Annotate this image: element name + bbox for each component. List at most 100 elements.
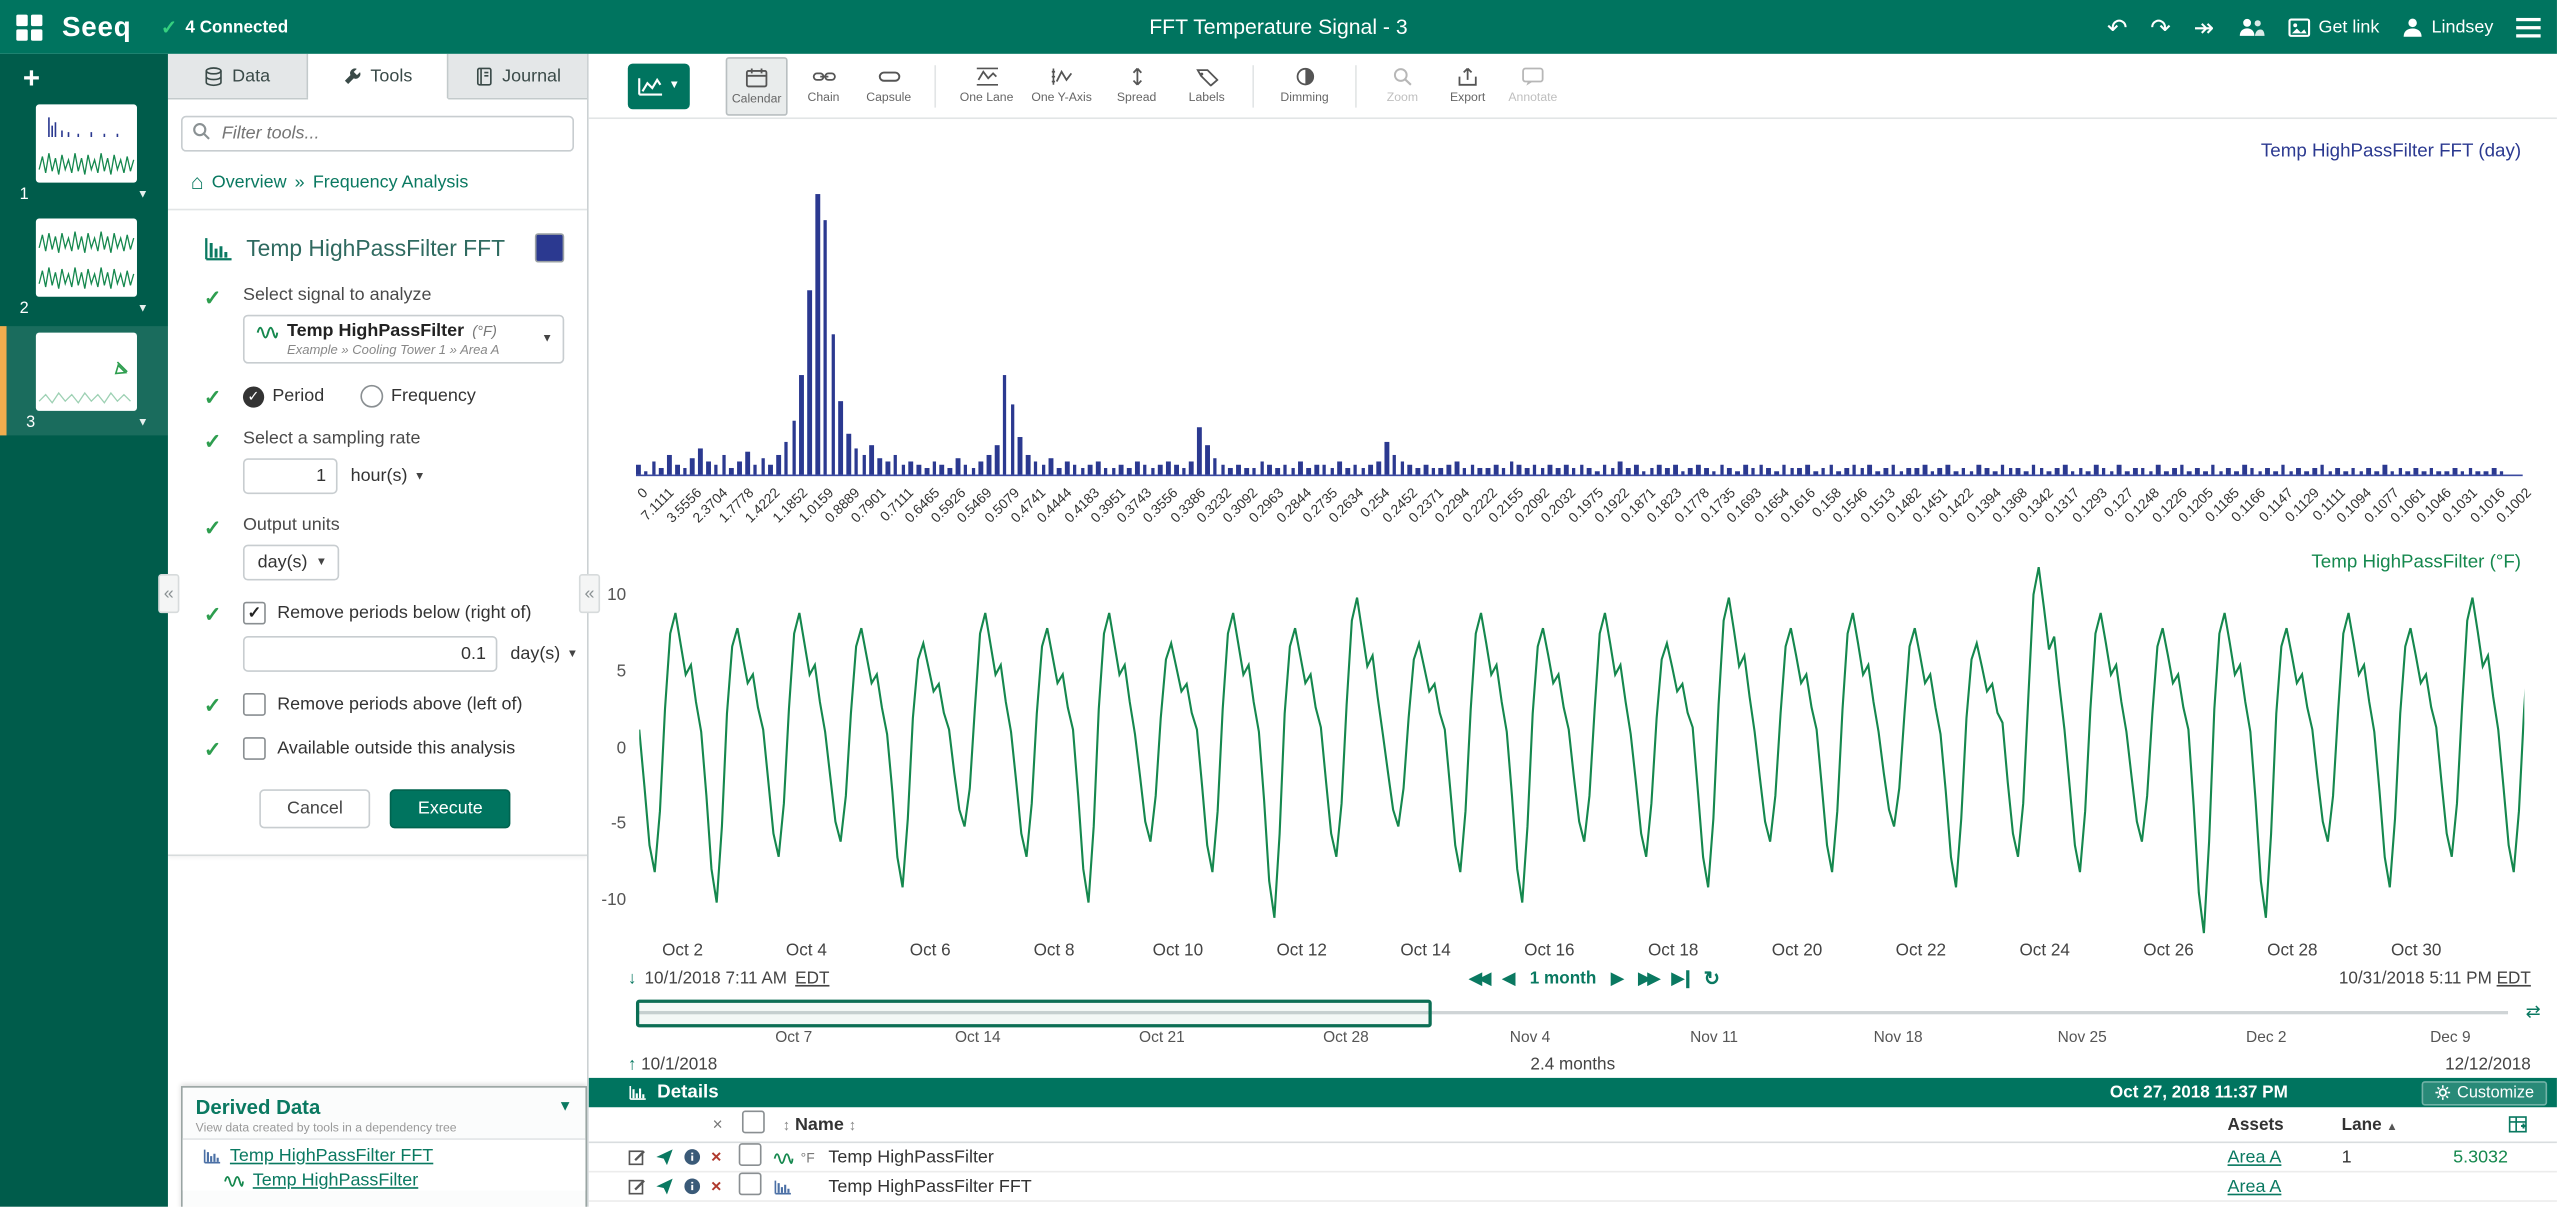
chevron-down-icon[interactable]: ▼ bbox=[137, 303, 148, 314]
fft-bar bbox=[1860, 468, 1864, 475]
view-mode-button[interactable]: ▼ bbox=[628, 63, 690, 109]
chart-area[interactable]: Temp HighPassFilter FFT (day) 07.11113.5… bbox=[589, 119, 2557, 964]
tab-tools[interactable]: Tools bbox=[308, 54, 448, 100]
worksheet-3-thumbnail[interactable] bbox=[36, 333, 137, 411]
step-forward-icon[interactable]: ▶ bbox=[1611, 969, 1624, 987]
fft-bar bbox=[722, 454, 726, 474]
toolbar-export-button[interactable]: Export bbox=[1438, 58, 1497, 113]
range-end-timezone[interactable]: EDT bbox=[2497, 969, 2531, 989]
worksheet-1-thumbnail[interactable] bbox=[36, 104, 137, 182]
sampling-rate-input[interactable] bbox=[243, 458, 338, 494]
add-worksheet-button[interactable]: + bbox=[23, 64, 168, 93]
radio-frequency[interactable]: Frequency bbox=[360, 385, 476, 408]
share-icon[interactable]: ↠ bbox=[2194, 12, 2215, 41]
step-back-fast-icon[interactable]: ◀◀ bbox=[1469, 969, 1488, 987]
signal-select[interactable]: Temp HighPassFilter (°F) Example » Cooli… bbox=[243, 315, 564, 364]
chevron-down-icon[interactable]: ▼ bbox=[137, 417, 148, 428]
info-icon[interactable] bbox=[683, 1148, 711, 1166]
range-start[interactable]: 10/1/2018 7:11 AM bbox=[645, 969, 787, 989]
breadcrumb-frequency-analysis[interactable]: Frequency Analysis bbox=[313, 172, 469, 192]
trend-send-icon[interactable] bbox=[656, 1148, 684, 1166]
execute-button[interactable]: Execute bbox=[390, 789, 510, 828]
cancel-button[interactable]: Cancel bbox=[259, 789, 370, 828]
refresh-icon[interactable]: ↻ bbox=[1704, 967, 1720, 990]
chevron-down-icon[interactable]: ▼ bbox=[137, 189, 148, 200]
table-row[interactable]: × Temp HighPassFilter FFT Area A bbox=[589, 1172, 2557, 1201]
expand-range-icon[interactable]: ⇄ bbox=[2526, 1001, 2541, 1022]
worksheet-2-thumbnail[interactable] bbox=[36, 219, 137, 297]
edit-properties-icon[interactable] bbox=[628, 1177, 656, 1195]
series-color-swatch[interactable] bbox=[535, 233, 564, 262]
users-icon[interactable] bbox=[2237, 16, 2265, 37]
connection-status[interactable]: ✓ 4 Connected bbox=[161, 15, 288, 38]
remove-below-checkbox[interactable]: ✓ bbox=[243, 602, 266, 625]
toolbar-labels-button[interactable]: Labels bbox=[1177, 58, 1236, 113]
asset-link[interactable]: Area A bbox=[2228, 1147, 2282, 1167]
table-row[interactable]: × °F Temp HighPassFilter Area A 1 5.3032 bbox=[589, 1143, 2557, 1172]
trend-send-icon[interactable] bbox=[656, 1177, 684, 1195]
get-link-button[interactable]: Get link bbox=[2288, 17, 2380, 37]
sort-icon[interactable]: ↕ bbox=[849, 1116, 856, 1132]
row-checkbox[interactable] bbox=[739, 1172, 762, 1195]
remove-below-unit-select[interactable]: day(s) ▼ bbox=[510, 644, 578, 664]
hamburger-menu-icon[interactable] bbox=[2516, 17, 2540, 37]
asset-link[interactable]: Area A bbox=[2228, 1177, 2282, 1197]
fft-bar bbox=[1938, 468, 1942, 475]
remove-above-group: ✓ Remove periods above (left of) bbox=[243, 693, 564, 716]
select-all-checkbox[interactable] bbox=[742, 1111, 765, 1134]
scrubber-selected-range[interactable] bbox=[636, 1000, 1432, 1028]
user-menu[interactable]: Lindsey bbox=[2402, 16, 2493, 37]
app-grid-icon[interactable] bbox=[16, 14, 42, 40]
column-assets[interactable]: Assets bbox=[2228, 1115, 2342, 1135]
available-outside-checkbox[interactable] bbox=[243, 737, 266, 760]
toolbar-one-lane-button[interactable]: One Lane bbox=[952, 58, 1020, 113]
filter-tools-input[interactable] bbox=[181, 116, 574, 152]
worksheet-3-selected[interactable]: 3 ▼ bbox=[0, 326, 168, 435]
toolbar-dimming-button[interactable]: Dimming bbox=[1270, 58, 1338, 113]
row-checkbox[interactable] bbox=[739, 1143, 762, 1166]
fft-bar bbox=[1057, 468, 1061, 475]
step-to-end-icon[interactable]: ▶ bbox=[1672, 969, 1689, 987]
fft-bar bbox=[698, 448, 702, 475]
remove-icon[interactable]: × bbox=[711, 1177, 739, 1197]
columns-config-icon[interactable] bbox=[2508, 1115, 2541, 1133]
check-icon: ✓ bbox=[161, 15, 177, 38]
redo-icon[interactable]: ↷ bbox=[2150, 12, 2171, 41]
worksheet-1[interactable]: 1 ▼ bbox=[0, 98, 168, 207]
chevron-collapse-icon[interactable]: ▼ bbox=[558, 1097, 573, 1113]
remove-icon[interactable]: × bbox=[711, 1147, 739, 1167]
toolbar-calendar-button[interactable]: Calendar bbox=[726, 56, 788, 115]
collapse-rail-button[interactable]: « bbox=[158, 574, 179, 613]
sort-icon[interactable]: ↕ bbox=[783, 1116, 790, 1132]
customize-button[interactable]: Customize bbox=[2421, 1080, 2547, 1104]
step-forward-fast-icon[interactable]: ▶▶ bbox=[1638, 969, 1657, 987]
breadcrumb-overview[interactable]: Overview bbox=[212, 172, 287, 192]
sampling-unit-select[interactable]: hour(s) ▼ bbox=[351, 466, 426, 486]
remove-above-checkbox[interactable] bbox=[243, 693, 266, 716]
remove-below-input[interactable] bbox=[243, 636, 497, 672]
toolbar-capsule-button[interactable]: Capsule bbox=[859, 58, 918, 113]
timeline-scrubber[interactable]: ⇄ bbox=[628, 996, 2531, 1029]
toolbar-chain-button[interactable]: Chain bbox=[794, 58, 853, 113]
range-start-timezone[interactable]: EDT bbox=[795, 969, 829, 989]
undo-icon[interactable]: ↶ bbox=[2107, 12, 2128, 41]
column-lane[interactable]: Lane ▲ bbox=[2342, 1115, 2410, 1135]
edit-properties-icon[interactable] bbox=[628, 1148, 656, 1166]
radio-period[interactable]: ✓ Period bbox=[243, 386, 324, 407]
tab-data[interactable]: Data bbox=[168, 54, 308, 98]
fft-bar bbox=[1431, 468, 1435, 475]
worksheet-2[interactable]: 2 ▼ bbox=[0, 212, 168, 321]
range-start-arrow-icon[interactable]: ↓ bbox=[628, 969, 637, 989]
collapse-panel-button[interactable]: « bbox=[579, 574, 600, 613]
toolbar-one-y-axis-button[interactable]: One Y-Axis bbox=[1027, 58, 1095, 113]
range-duration[interactable]: 1 month bbox=[1530, 969, 1597, 989]
info-icon[interactable] bbox=[683, 1177, 711, 1195]
tab-journal[interactable]: Journal bbox=[448, 54, 587, 98]
step-back-icon[interactable]: ◀ bbox=[1503, 969, 1516, 987]
home-icon[interactable]: ⌂ bbox=[191, 170, 204, 194]
output-unit-select[interactable]: day(s) ▼ bbox=[243, 545, 338, 581]
remove-all-icon[interactable]: × bbox=[713, 1115, 742, 1135]
toolbar-spread-button[interactable]: Spread bbox=[1102, 58, 1170, 113]
scrub-duration[interactable]: 2.4 months bbox=[589, 1054, 2557, 1074]
range-end[interactable]: 10/31/2018 5:11 PM bbox=[2339, 969, 2492, 989]
